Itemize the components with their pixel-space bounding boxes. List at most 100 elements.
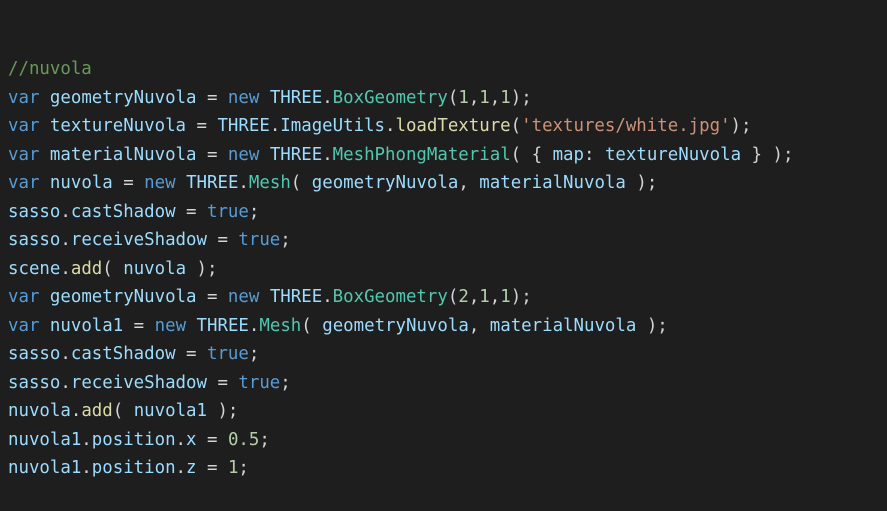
code-token-plain: = <box>123 315 155 336</box>
code-line: scene.add( nuvola ); <box>8 255 887 284</box>
code-line: nuvola1.position.z = 1; <box>8 454 887 483</box>
code-token-var: nuvola1 <box>133 401 207 421</box>
code-token-plain: ; <box>280 230 291 250</box>
code-token-plain: ); <box>206 401 239 421</box>
code-token-plain: . <box>81 458 92 478</box>
code-token-number: 1 <box>500 287 511 307</box>
code-token-class: BoxGeometry <box>332 87 448 108</box>
code-token-plain: ); <box>625 173 658 193</box>
code-token-number: 1 <box>227 458 239 478</box>
code-token-plain: = <box>196 287 228 307</box>
code-token-var: geometryNuvola <box>322 315 469 336</box>
code-token-var: materialNuvola <box>489 315 637 336</box>
code-token-keyword: var <box>8 144 40 165</box>
code-token-keyword: new <box>154 315 187 336</box>
code-token-var: materialNuvola <box>49 144 197 165</box>
code-token-var: z <box>186 458 197 478</box>
code-token-plain: = <box>175 201 207 222</box>
code-token-plain: ( <box>510 116 522 136</box>
code-lines: //nuvola var geometryNuvola = new THREE.B… <box>8 55 887 483</box>
code-line: var geometryNuvola = new THREE.BoxGeomet… <box>8 84 887 113</box>
code-token-var: THREE <box>217 116 270 136</box>
code-line: nuvola1.position.x = 0.5; <box>8 426 887 455</box>
code-token-plain: . <box>385 116 396 136</box>
code-token-keyword: var <box>8 173 40 193</box>
code-line: sasso.receiveShadow = true; <box>8 369 887 398</box>
code-line: var nuvola1 = new THREE.Mesh( geometryNu… <box>8 312 887 341</box>
code-token-plain: . <box>322 287 333 307</box>
code-token-plain: ( <box>447 87 459 108</box>
code-token-var: castShadow <box>70 201 176 222</box>
code-token-plain: = <box>112 173 145 193</box>
code-token-keyword: var <box>8 87 40 108</box>
code-token-plain: . <box>70 401 82 421</box>
code-token-var: THREE <box>269 87 323 108</box>
code-token-func: loadTexture <box>395 116 511 136</box>
code-line: sasso.castShadow = true; <box>8 198 887 227</box>
code-token-var: geometryNuvola <box>311 173 459 193</box>
code-token-plain: = <box>186 116 218 136</box>
code-line: var textureNuvola = THREE.ImageUtils.loa… <box>8 112 887 141</box>
code-token-var: textureNuvola <box>49 116 187 136</box>
code-token-plain: ( <box>102 258 124 279</box>
code-token-keyword: new <box>227 87 260 108</box>
code-token-keyword: var <box>8 287 40 307</box>
code-token-var: receiveShadow <box>70 230 207 250</box>
code-token-var: textureNuvola <box>604 144 742 165</box>
code-line: var nuvola = new THREE.Mesh( geometryNuv… <box>8 169 887 198</box>
code-token-var: sasso <box>8 201 61 222</box>
code-token-plain: . <box>269 116 281 136</box>
code-token-number: 1 <box>479 287 490 307</box>
code-token-var: castShadow <box>70 344 176 364</box>
code-token-plain: = <box>196 144 228 165</box>
code-token-plain: ( { <box>510 144 553 165</box>
code-token-func: add <box>70 258 103 279</box>
code-token-plain: . <box>60 372 71 393</box>
code-token-keyword: new <box>227 287 260 307</box>
code-token-var: nuvola1 <box>49 315 124 336</box>
code-line: var geometryNuvola = new THREE.BoxGeomet… <box>8 283 887 312</box>
code-token-class: BoxGeometry <box>332 287 448 307</box>
code-token-number: 1 <box>458 87 469 108</box>
code-token-plain: : <box>583 144 605 165</box>
code-token-plain: , <box>458 173 480 193</box>
code-token-class: MeshPhongMaterial <box>332 144 511 165</box>
code-token-plain: = <box>196 458 228 478</box>
code-token-bool: true <box>206 201 249 222</box>
code-token-var: THREE <box>196 315 249 336</box>
code-token-var: THREE <box>269 287 323 307</box>
code-token-number: 0.5 <box>227 429 260 450</box>
code-token-comment: //nuvola <box>8 59 92 79</box>
code-token-plain: ( <box>447 287 459 307</box>
code-token-plain: . <box>248 315 260 336</box>
code-token-plain: ); <box>186 258 218 279</box>
code-token-plain: , <box>489 287 501 307</box>
code-token-string: 'textures/white.jpg' <box>521 116 731 136</box>
code-token-plain: , <box>468 315 490 336</box>
code-token-plain: . <box>322 144 333 165</box>
code-token-plain: , <box>468 287 480 307</box>
code-token-plain: = <box>206 230 239 250</box>
code-token-var: THREE <box>269 144 323 165</box>
code-line: nuvola.add( nuvola1 ); <box>8 397 887 426</box>
code-token-keyword: new <box>144 173 176 193</box>
code-editor[interactable]: //nuvola var geometryNuvola = new THREE.B… <box>0 0 887 478</box>
code-token-var: sasso <box>8 230 61 250</box>
code-token-number: 2 <box>458 287 469 307</box>
code-token-var: scene <box>8 258 61 279</box>
code-token-var: nuvola <box>49 173 113 193</box>
code-token-var: materialNuvola <box>479 173 626 193</box>
code-token-plain: = <box>206 372 239 393</box>
code-token-keyword: new <box>227 144 260 165</box>
code-token-plain: = <box>196 87 228 108</box>
code-token-var: nuvola <box>123 258 187 279</box>
code-token-plain: = <box>175 344 207 364</box>
code-token-plain: . <box>175 458 187 478</box>
